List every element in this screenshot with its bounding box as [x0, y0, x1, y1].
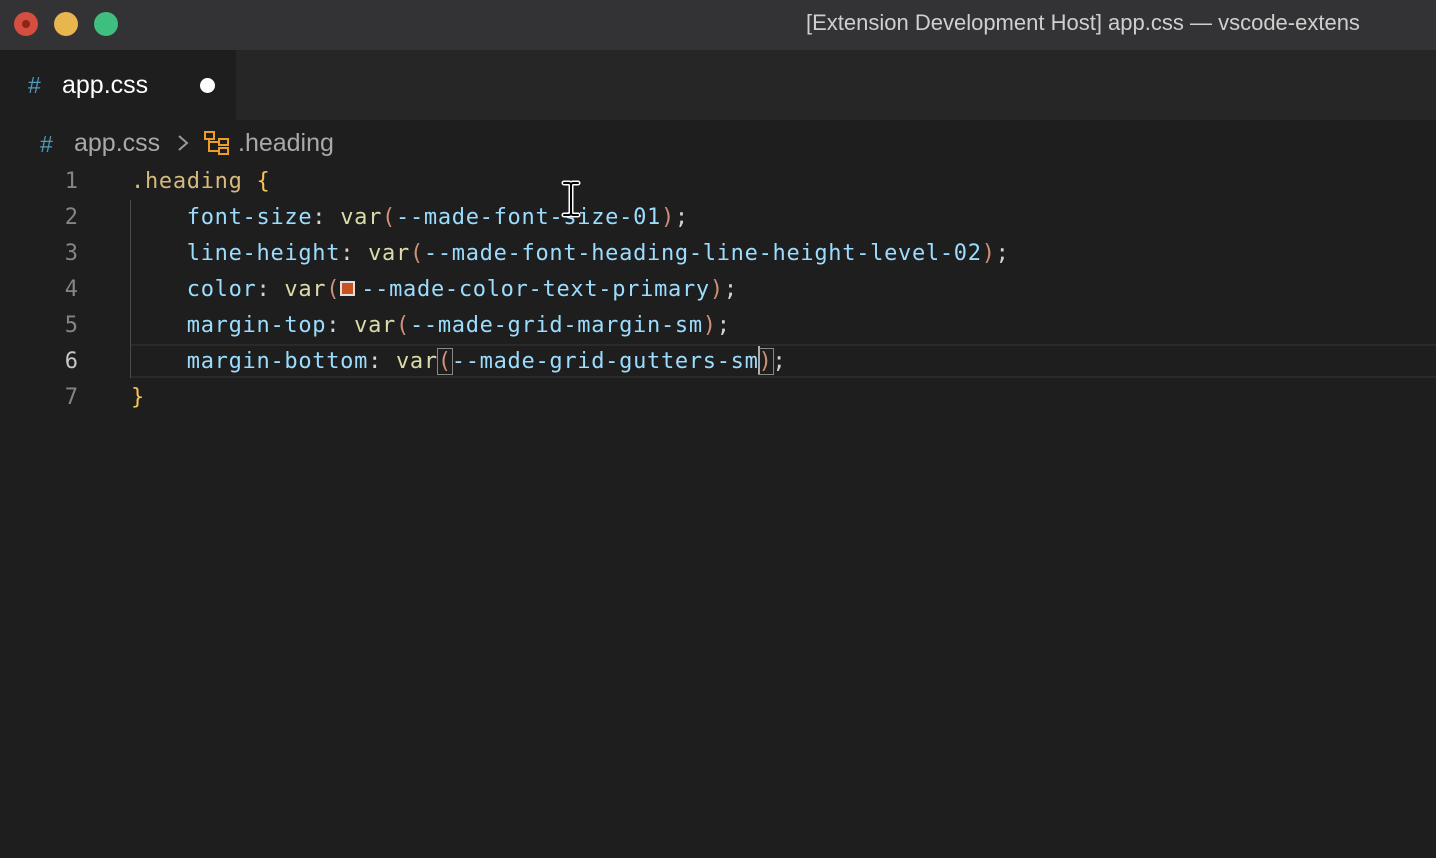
code-editor[interactable]: 1 .heading { 2 font-size: var(--made-fon…: [0, 164, 1436, 858]
code-line-3[interactable]: 3 line-height: var(--made-font-heading-l…: [0, 236, 1436, 272]
matched-bracket: ): [757, 348, 774, 375]
line-number: 5: [64, 313, 78, 338]
css-function: var: [354, 313, 396, 338]
color-swatch[interactable]: [340, 280, 356, 296]
breadcrumb: # app.css .heading: [0, 120, 1436, 164]
tab-bar: # app.css: [0, 50, 1436, 120]
css-hash-icon: #: [28, 72, 41, 98]
css-property: margin-top: [186, 313, 327, 338]
css-function: var: [368, 241, 410, 266]
unsaved-dot-icon[interactable]: [200, 78, 215, 93]
code-line-5[interactable]: 5 margin-top: var(--made-grid-margin-sm)…: [0, 308, 1436, 344]
window-title: [Extension Development Host] app.css — v…: [806, 10, 1360, 35]
line-number: 2: [64, 205, 78, 230]
tab-app-css[interactable]: # app.css: [0, 50, 236, 120]
css-property: margin-bottom: [186, 349, 369, 374]
ibeam-cursor-icon: [561, 180, 581, 218]
css-property: color: [186, 277, 257, 302]
matched-bracket: (: [436, 348, 453, 375]
close-window-button[interactable]: [14, 12, 38, 36]
line-number: 7: [64, 385, 78, 410]
open-brace: {: [256, 169, 271, 194]
css-function: var: [395, 349, 438, 374]
css-variable: --made-font-size-01: [396, 205, 661, 230]
css-property: font-size: [186, 205, 313, 230]
css-property: line-height: [186, 241, 341, 266]
code-line-4[interactable]: 4 color: var(--made-color-text-primary);: [0, 272, 1436, 308]
code-line-1[interactable]: 1 .heading {: [0, 164, 1436, 200]
code-line-2[interactable]: 2 font-size: var(--made-font-size-01);: [0, 200, 1436, 236]
breadcrumb-file[interactable]: app.css: [74, 129, 160, 158]
tab-label: app.css: [62, 71, 149, 99]
css-variable: --made-grid-gutters-sm: [451, 349, 759, 374]
minimize-window-button[interactable]: [54, 12, 78, 36]
line-number: 4: [64, 277, 78, 302]
title-bar: [Extension Development Host] app.css — v…: [0, 0, 1436, 50]
chevron-right-icon: [178, 135, 189, 151]
css-variable: --made-color-text-primary: [361, 277, 710, 302]
text-cursor: [757, 346, 760, 374]
css-function: var: [284, 277, 327, 302]
css-function: var: [340, 205, 383, 230]
line-number: 1: [64, 169, 78, 194]
css-selector-icon: [204, 131, 229, 155]
breadcrumb-symbol[interactable]: .heading: [238, 129, 334, 158]
css-hash-icon: #: [40, 131, 53, 157]
line-number: 3: [64, 241, 78, 266]
close-brace: }: [131, 385, 145, 410]
maximize-window-button[interactable]: [94, 12, 118, 36]
css-selector: .heading: [131, 169, 243, 194]
css-variable: --made-grid-margin-sm: [409, 313, 703, 338]
code-line-7[interactable]: 7 }: [0, 380, 1436, 416]
code-line-6[interactable]: 6 margin-bottom: var(--made-grid-gutters…: [0, 344, 1436, 380]
line-number: 6: [64, 349, 78, 374]
css-variable: --made-font-heading-line-height-level-02: [423, 241, 982, 266]
